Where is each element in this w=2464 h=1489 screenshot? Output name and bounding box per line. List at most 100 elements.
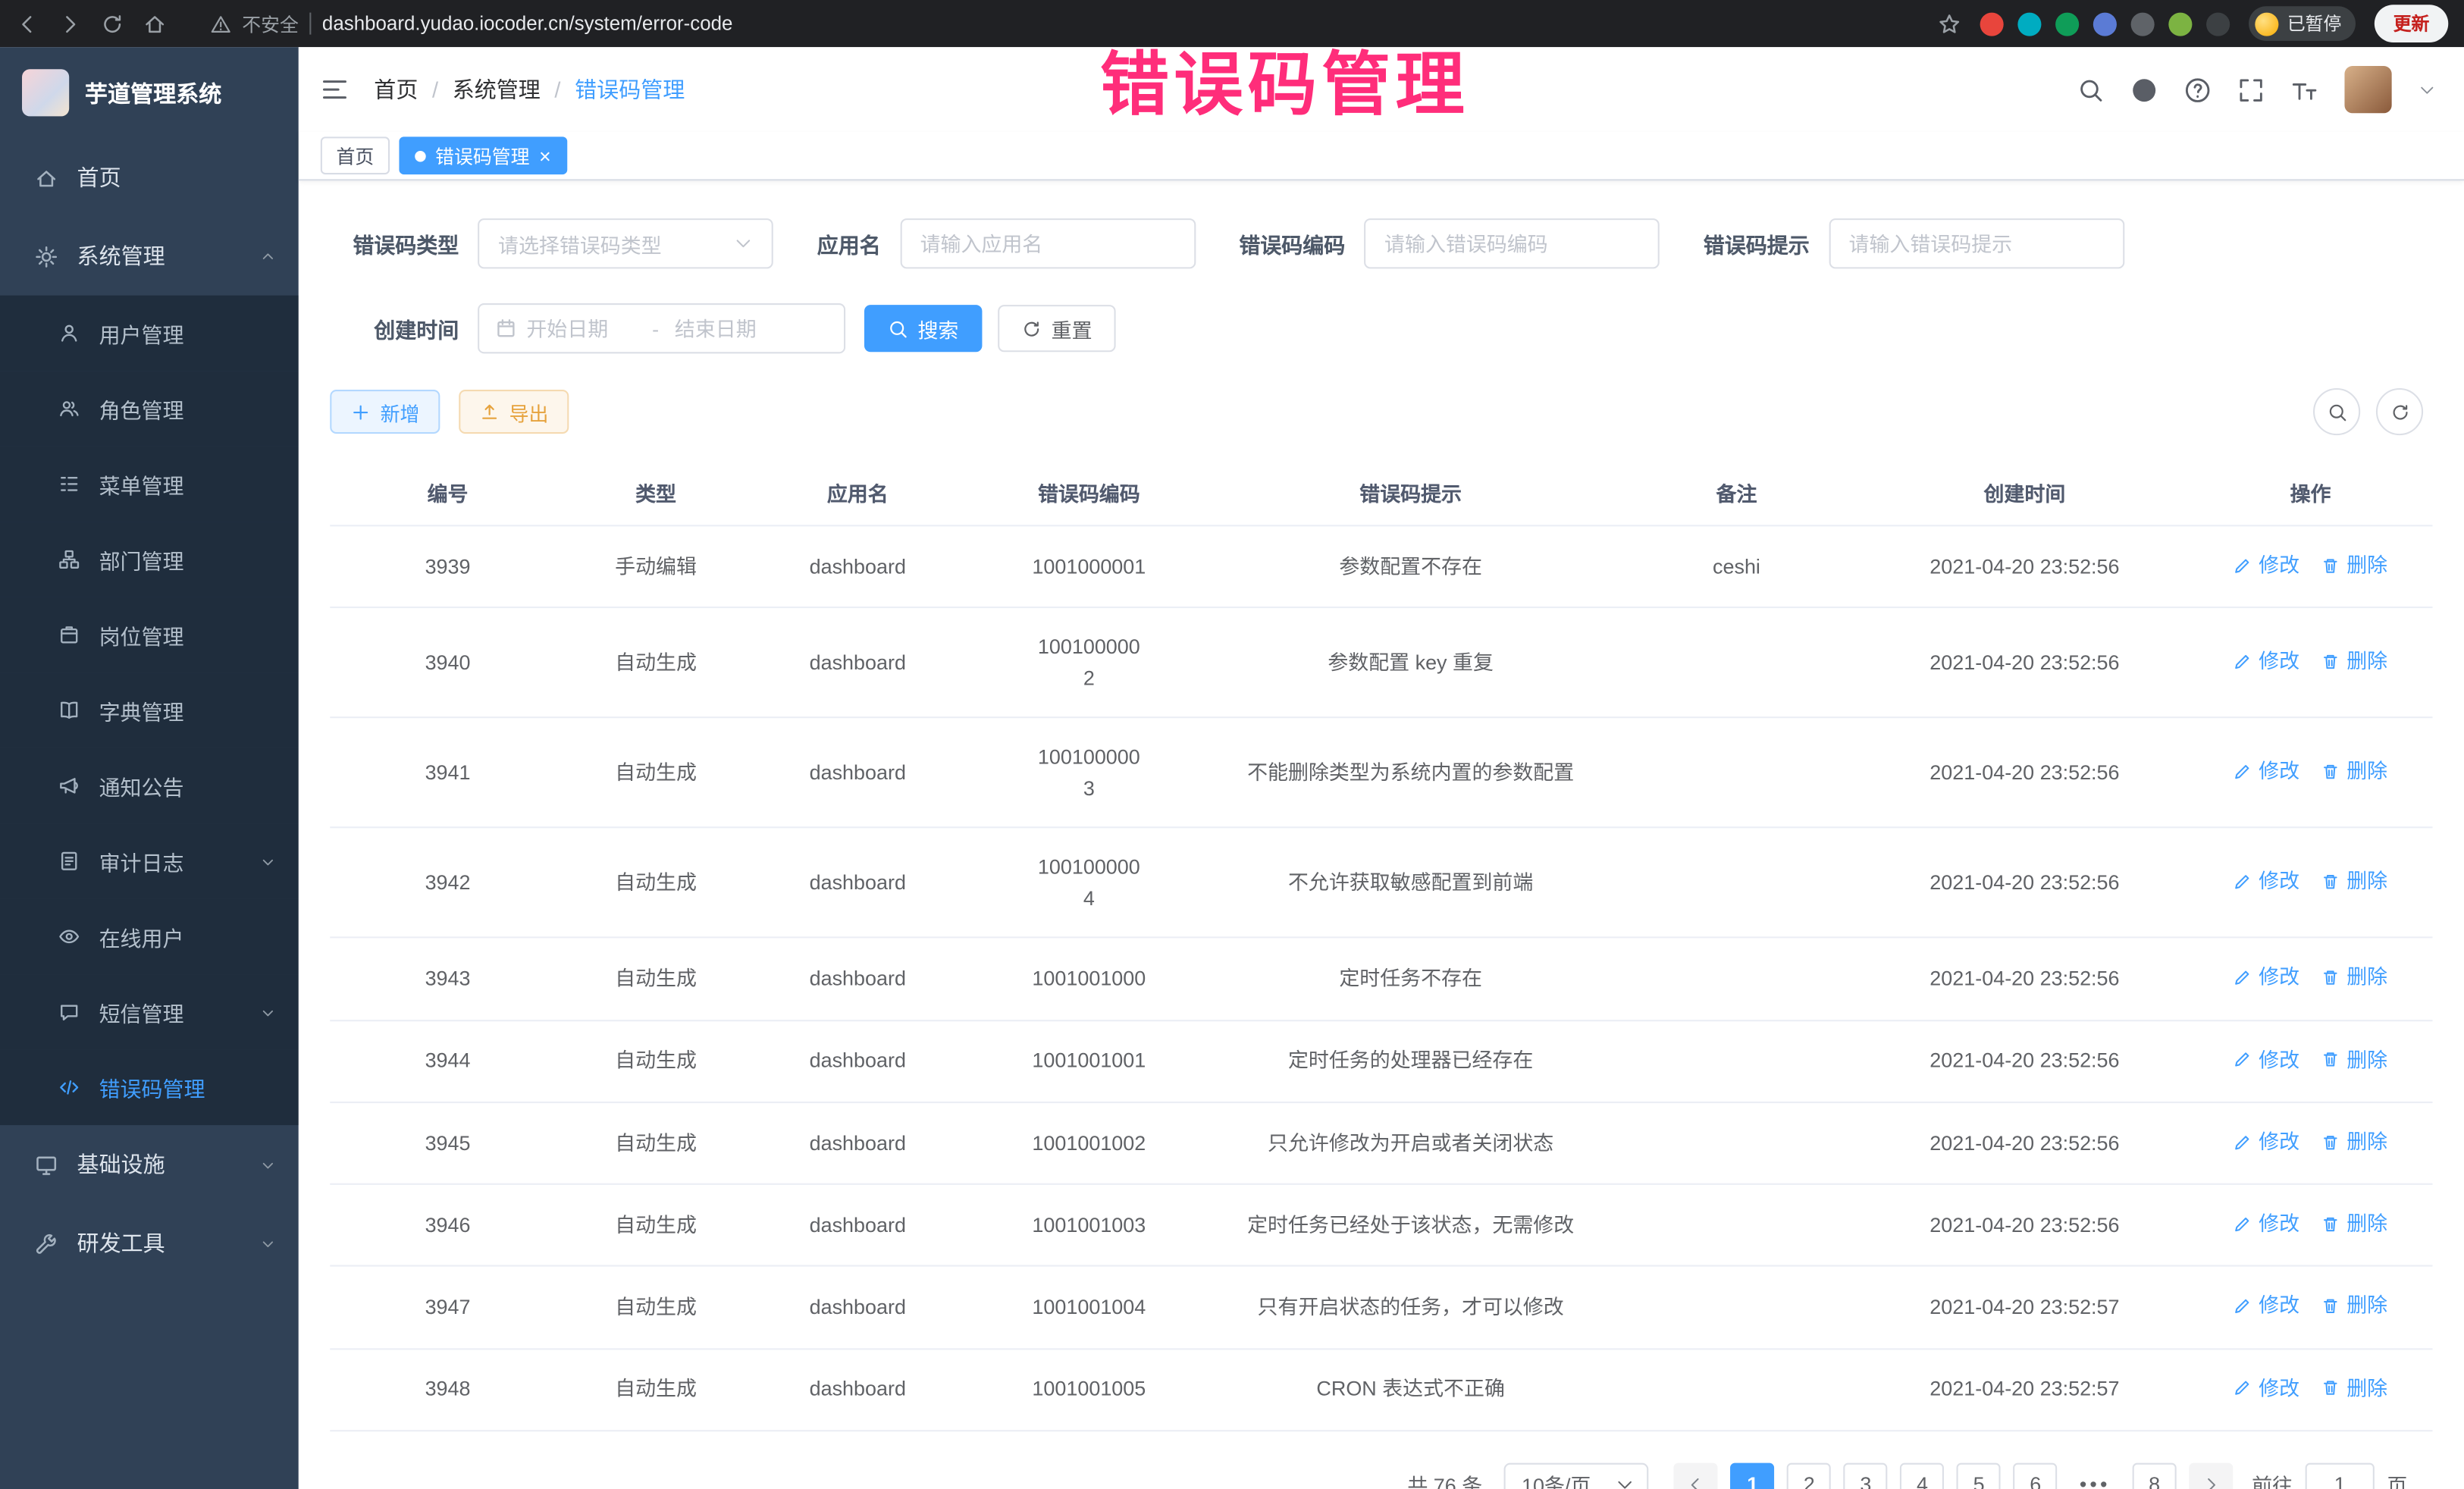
forward-icon[interactable] <box>58 12 82 36</box>
reset-button[interactable]: 重置 <box>998 305 1115 352</box>
tags-view-bar: 首页 错误码管理 × <box>299 132 2464 180</box>
edit-link[interactable]: 修改 <box>2234 756 2299 786</box>
page-size-select[interactable]: 10条/页 <box>1504 1462 1649 1489</box>
page-1-button[interactable]: 1 <box>1731 1462 1775 1489</box>
delete-link[interactable]: 删除 <box>2321 550 2387 580</box>
extension-icon[interactable] <box>2017 12 2040 36</box>
sidebar-item-error-code[interactable]: 错误码管理 <box>0 1050 299 1125</box>
toggle-search-button[interactable] <box>2313 388 2360 435</box>
refresh-table-button[interactable] <box>2376 388 2423 435</box>
delete-icon <box>2321 968 2340 987</box>
url-text[interactable]: dashboard.yudao.iocoder.cn/system/error-… <box>322 13 733 35</box>
page-8-button[interactable]: 8 <box>2133 1462 2177 1489</box>
row-id-cell: 3945 <box>330 1104 566 1182</box>
sidebar-item-user[interactable]: 用户管理 <box>0 296 299 371</box>
chevron-down-icon <box>734 234 753 253</box>
edit-link[interactable]: 修改 <box>2234 1127 2299 1157</box>
edit-link[interactable]: 修改 <box>2234 1290 2299 1321</box>
delete-link[interactable]: 删除 <box>2321 646 2387 676</box>
header-search-icon[interactable] <box>2077 77 2104 103</box>
extension-icon[interactable] <box>2130 12 2154 36</box>
back-icon[interactable] <box>16 12 39 36</box>
extension-icon[interactable] <box>2168 12 2191 36</box>
row-actions-cell: 修改删除 <box>2189 1185 2433 1265</box>
hamburger-icon[interactable] <box>321 75 349 103</box>
edit-link[interactable]: 修改 <box>2234 866 2299 896</box>
sidebar-item-label: 系统管理 <box>77 240 165 271</box>
edit-link[interactable]: 修改 <box>2234 646 2299 676</box>
tab-close-icon[interactable]: × <box>539 146 551 166</box>
goto-page-input[interactable] <box>2306 1462 2375 1489</box>
search-button[interactable]: 搜索 <box>864 305 982 352</box>
sidebar-item-sms[interactable]: 短信管理 <box>0 974 299 1049</box>
edit-label: 修改 <box>2259 866 2299 896</box>
page-2-button[interactable]: 2 <box>1787 1462 1831 1489</box>
extension-icon[interactable] <box>2205 12 2229 36</box>
edit-link[interactable]: 修改 <box>2234 1208 2299 1239</box>
edit-link[interactable]: 修改 <box>2234 1044 2299 1074</box>
address-bar[interactable]: 不安全 dashboard.yudao.iocoder.cn/system/er… <box>211 10 733 36</box>
error-msg-input[interactable] <box>1829 218 2124 268</box>
delete-link[interactable]: 删除 <box>2321 1290 2387 1321</box>
delete-link[interactable]: 删除 <box>2321 1127 2387 1157</box>
sidebar-item-menu[interactable]: 菜单管理 <box>0 447 299 522</box>
delete-link[interactable]: 删除 <box>2321 962 2387 992</box>
sidebar-item-system[interactable]: 系统管理 <box>0 217 299 296</box>
breadcrumb-system[interactable]: 系统管理 <box>453 74 541 105</box>
add-button-label: 新增 <box>381 397 420 426</box>
page-6-button[interactable]: 6 <box>2014 1462 2058 1489</box>
github-icon[interactable] <box>2131 77 2158 103</box>
chrome-home-icon[interactable] <box>143 12 167 36</box>
sidebar-item-post[interactable]: 岗位管理 <box>0 597 299 672</box>
date-range-picker[interactable]: - <box>478 303 845 353</box>
page-4-button[interactable]: 4 <box>1901 1462 1945 1489</box>
font-size-icon[interactable] <box>2291 77 2318 103</box>
page-3-button[interactable]: 3 <box>1844 1462 1888 1489</box>
row-msg-cell: 不能删除类型为系统内置的参数配置 <box>1208 734 1612 812</box>
reload-icon[interactable] <box>101 12 124 36</box>
sidebar-item-dept[interactable]: 部门管理 <box>0 522 299 597</box>
prev-page-button[interactable] <box>1674 1462 1718 1489</box>
page-5-button[interactable]: 5 <box>1957 1462 2001 1489</box>
sidebar-item-dict[interactable]: 字典管理 <box>0 672 299 748</box>
delete-link[interactable]: 删除 <box>2321 756 2387 786</box>
delete-link[interactable]: 删除 <box>2321 1208 2387 1239</box>
row-msg-cell: 定时任务已经处于该状态，无需修改 <box>1208 1186 1612 1265</box>
app-name-input[interactable] <box>900 218 1196 268</box>
edit-link[interactable]: 修改 <box>2234 550 2299 580</box>
logo[interactable]: 芋道管理系统 <box>0 47 299 138</box>
sidebar-item-devtools[interactable]: 研发工具 <box>0 1204 299 1283</box>
error-code-input[interactable] <box>1364 218 1660 268</box>
extension-icon[interactable] <box>2055 12 2078 36</box>
start-date-input[interactable] <box>526 317 636 340</box>
add-button[interactable]: 新增 <box>330 390 440 434</box>
more-pages-button[interactable]: ••• <box>2070 1462 2120 1489</box>
sidebar-item-audit-log[interactable]: 审计日志 <box>0 823 299 898</box>
profile-paused-chip[interactable]: 已暂停 <box>2248 6 2356 41</box>
sidebar-item-notice[interactable]: 通知公告 <box>0 748 299 823</box>
sidebar-item-home[interactable]: 首页 <box>0 138 299 217</box>
end-date-input[interactable] <box>675 317 785 340</box>
extension-icon[interactable] <box>1980 12 2003 36</box>
sidebar-item-role[interactable]: 角色管理 <box>0 371 299 446</box>
export-button[interactable]: 导出 <box>459 390 569 434</box>
tab-error-code[interactable]: 错误码管理 × <box>399 136 566 174</box>
tab-home[interactable]: 首页 <box>321 136 390 174</box>
delete-link[interactable]: 删除 <box>2321 1044 2387 1074</box>
fullscreen-icon[interactable] <box>2238 77 2265 103</box>
breadcrumb-home[interactable]: 首页 <box>374 74 418 105</box>
help-icon[interactable] <box>2184 77 2211 103</box>
user-avatar[interactable] <box>2344 66 2391 113</box>
next-page-button[interactable] <box>2189 1462 2233 1489</box>
chevron-down-icon[interactable] <box>2419 81 2436 99</box>
edit-link[interactable]: 修改 <box>2234 1373 2299 1403</box>
edit-link[interactable]: 修改 <box>2234 962 2299 992</box>
sidebar-item-infra[interactable]: 基础设施 <box>0 1125 299 1204</box>
bookmark-star-icon[interactable] <box>1937 12 1961 36</box>
sidebar-item-online-user[interactable]: 在线用户 <box>0 899 299 974</box>
delete-link[interactable]: 删除 <box>2321 866 2387 896</box>
chrome-update-button[interactable]: 更新 <box>2375 5 2448 42</box>
extension-icon[interactable] <box>2093 12 2116 36</box>
delete-link[interactable]: 删除 <box>2321 1373 2387 1403</box>
error-type-select[interactable]: 请选择错误码类型 <box>478 218 773 268</box>
